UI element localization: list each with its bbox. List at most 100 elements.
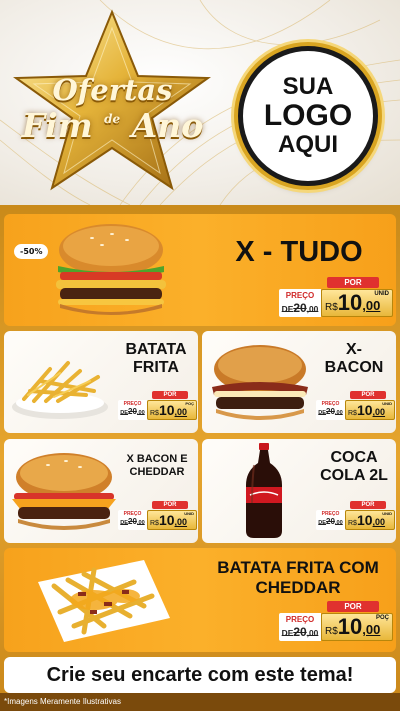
price-value: R$10,00 UNID [345,400,395,420]
price-value: R$10,00 POÇ [321,613,393,641]
price-old: PREÇO DE20,00 [279,289,321,317]
product-card-batata-cheddar: BATATA FRITA COM CHEDDAR POR PREÇO DE20,… [4,548,396,652]
logo-line1: SUA [282,72,334,100]
price-amount: 10 [356,512,373,528]
price-por-label: POR [152,501,188,509]
price-old-value: DE20,00 [316,518,345,527]
logo-placeholder: SUA LOGO AQUI [238,46,378,186]
price-tag: POR PREÇO DE20,00 R$10,00 UNID [316,501,396,533]
price-tag: POR PREÇO DE20,00 R$10,00 UNID [118,501,198,533]
price-por-label: POR [152,391,188,399]
price-unit: POÇ [375,615,389,621]
price-old-cents: ,00 [136,410,145,416]
price-old-value: DE20,00 [118,408,147,417]
price-currency: R$ [150,520,159,527]
price-de-label: DE [120,520,129,526]
price-de-label: DE [120,410,129,416]
burger-x-tudo-image [56,224,166,315]
price-old-cents: ,00 [334,520,343,526]
product-name-line2: COLA 2L [320,467,388,485]
price-value: R$10,00 UNID [321,289,393,317]
price-preco-label: PREÇO [285,291,315,300]
price-unit: POÇ [185,401,194,406]
product-name: X - TUDO [235,236,363,268]
product-card-coca-cola: COCA COLA 2L POR PREÇO DE20,00 R$10,00 U… [202,439,396,543]
price-old-amount: 20 [128,517,137,526]
price-unit: UNID [184,511,194,516]
price-value: R$10,00 UNID [147,510,197,530]
price-old-amount: 20 [293,301,307,315]
offer-title-de: de [104,112,121,126]
price-old-value: DE20,00 [279,302,321,314]
product-name-line2: CHEDDAR [255,577,341,597]
price-old-amount: 20 [128,407,137,416]
price-tag: POR PREÇO DE20,00 R$10,00 POÇ [279,601,394,646]
price-old: PREÇO DE20,00 [316,510,345,530]
disclaimer-text: *Imagens Meramente Ilustrativas [4,697,121,706]
price-tag: POR PREÇO DE20,00 R$10 ,00 POÇ [118,391,198,423]
price-old-amount: 20 [293,625,307,639]
price-old: PREÇO DE20,00 [118,510,147,530]
price-de-label: DE [318,410,327,416]
logo-line3: AQUI [278,131,338,159]
price-por-label: POR [327,277,379,288]
product-card-x-bacon: X- BACON POR PREÇO DE20,00 R$10,00 UNID [202,331,396,433]
product-card-batata-frita: BATATA FRITA POR PREÇO DE20,00 R$10 ,00 P… [4,331,198,433]
offer-title-fim: Fim [21,106,93,145]
product-name-line1: X BACON E [126,453,188,465]
product-name: X BACON E CHEDDAR [120,453,194,478]
price-amount: 10 [337,290,363,315]
price-currency: R$ [348,520,357,527]
price-por-label: POR [350,501,386,509]
product-name: BATATA FRITA [114,341,198,378]
offer-title: Ofertas Fim de Ano [10,76,215,143]
price-currency: R$ [150,410,159,417]
fries-cheddar-image [38,560,170,642]
price-unit: UNID [374,291,389,297]
product-name-line1: BATATA [125,341,187,358]
price-old-cents: ,00 [136,520,145,526]
price-old-value: DE20,00 [316,408,345,417]
price-old: PREÇO DE20,00 [279,613,321,641]
price-amount: 10 [158,402,175,418]
offer-title-line2: Fim de Ano [10,109,215,142]
header-banner: Ofertas Fim de Ano SUA LOGO AQUI [0,0,400,205]
price-preco-label: PREÇO [285,615,315,624]
product-name-line2: BACON [324,359,384,377]
price-currency: R$ [325,302,338,313]
price-amount: 10 [337,614,363,639]
discount-badge: -50% [14,244,49,259]
price-value: R$10,00 UNID [345,510,395,530]
price-old: PREÇO DE20,00 [316,400,345,420]
offer-title-ano: Ano [131,106,204,145]
price-tag: POR PREÇO DE20,00 R$10,00 UNID [316,391,396,423]
cta-banner: Crie seu encarte com este tema! [4,657,396,693]
price-por-label: POR [327,601,379,612]
price-old-value: DE20,00 [118,518,147,527]
price-amount: 10 [356,402,373,418]
price-old-cents: ,00 [334,410,343,416]
burger-x-bacon-cheddar-image [12,453,116,530]
price-de-label: DE [318,520,327,526]
price-de-label: DE [281,304,294,314]
burger-x-bacon-image [212,345,308,420]
logo-line2: LOGO [263,98,353,132]
price-unit: UNID [382,511,392,516]
price-de-label: DE [281,628,294,638]
product-name: BATATA FRITA COM CHEDDAR [200,558,396,597]
price-currency: R$ [325,626,338,637]
price-old-cents: ,00 [306,304,319,314]
product-name-line2: FRITA [133,359,179,377]
product-name-line1: BATATA FRITA COM [217,558,379,577]
product-name-line2: CHEDDAR [129,465,185,478]
french-fries-image [12,361,108,419]
product-name: X- BACON [314,341,394,378]
price-unit: UNID [382,401,392,406]
price-currency: R$ [348,410,357,417]
price-tag: POR PREÇO DE20,00 R$10,00 UNID [279,277,394,322]
product-card-x-tudo: -50% X - TUDO POR PREÇO DE20,00 R$10,00 … [4,214,396,326]
price-por-label: POR [350,391,386,399]
price-old-value: DE20,00 [279,626,321,638]
price-old: PREÇO DE20,00 [118,400,147,420]
price-old-amount: 20 [326,517,335,526]
